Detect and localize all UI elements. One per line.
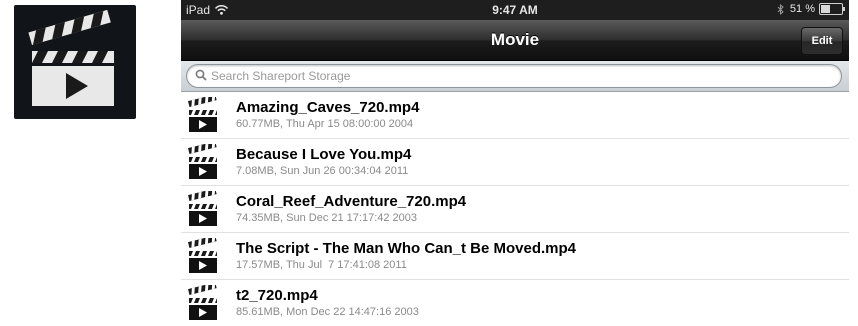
nav-title: Movie — [490, 30, 540, 49]
search-field[interactable] — [186, 64, 842, 88]
bluetooth-icon — [777, 3, 784, 15]
nav-bar: Movie Edit — [181, 20, 849, 61]
status-time: 9:47 AM — [492, 3, 538, 17]
movie-app-icon — [14, 5, 136, 119]
file-row[interactable]: The Script - The Man Who Can_t Be Moved.… — [181, 233, 849, 280]
battery-fill — [821, 5, 831, 13]
video-file-icon — [188, 144, 217, 179]
file-meta: 74.35MB, Sun Dec 21 17:17:42 2003 — [236, 212, 418, 224]
file-meta: 85.61MB, Mon Dec 22 14:47:16 2003 — [236, 306, 419, 318]
status-bar: iPad 9:47 AM 51 % — [181, 0, 849, 20]
file-name: Amazing_Caves_720.mp4 — [236, 99, 420, 116]
search-input[interactable] — [211, 67, 833, 85]
video-file-icon — [188, 285, 217, 320]
video-file-icon — [188, 191, 217, 226]
search-bar — [181, 61, 849, 92]
file-row[interactable]: Amazing_Caves_720.mp4 60.77MB, Thu Apr 1… — [181, 92, 849, 139]
file-name: t2_720.mp4 — [236, 287, 318, 304]
battery-percent: 51 % — [789, 3, 815, 15]
battery-icon — [819, 3, 845, 15]
file-name: Because I Love You.mp4 — [236, 146, 412, 163]
search-icon — [195, 69, 207, 81]
video-file-icon — [188, 238, 217, 273]
file-row[interactable]: Because I Love You.mp4 7.08MB, Sun Jun 2… — [181, 139, 849, 186]
file-name: The Script - The Man Who Can_t Be Moved.… — [236, 240, 577, 257]
file-row[interactable]: Coral_Reef_Adventure_720.mp4 74.35MB, Su… — [181, 186, 849, 233]
clapperboard-icon — [28, 9, 114, 106]
ipad-screen: iPad 9:47 AM 51 % Movie Edit Search Shar… — [181, 0, 849, 326]
file-meta: 60.77MB, Thu Apr 15 08:00:00 2004 — [236, 118, 414, 130]
file-meta: 7.08MB, Sun Jun 26 00:34:04 2011 — [236, 165, 409, 177]
file-meta: 17.57MB, Thu Jul 7 17:41:08 2011 — [236, 259, 407, 271]
edit-button[interactable]: Edit — [801, 27, 843, 55]
file-row[interactable]: t2_720.mp4 85.61MB, Mon Dec 22 14:47:16 … — [181, 280, 849, 326]
video-file-icon — [188, 97, 217, 132]
file-name: Coral_Reef_Adventure_720.mp4 — [236, 193, 467, 210]
file-list: Amazing_Caves_720.mp4 60.77MB, Thu Apr 1… — [181, 92, 849, 326]
